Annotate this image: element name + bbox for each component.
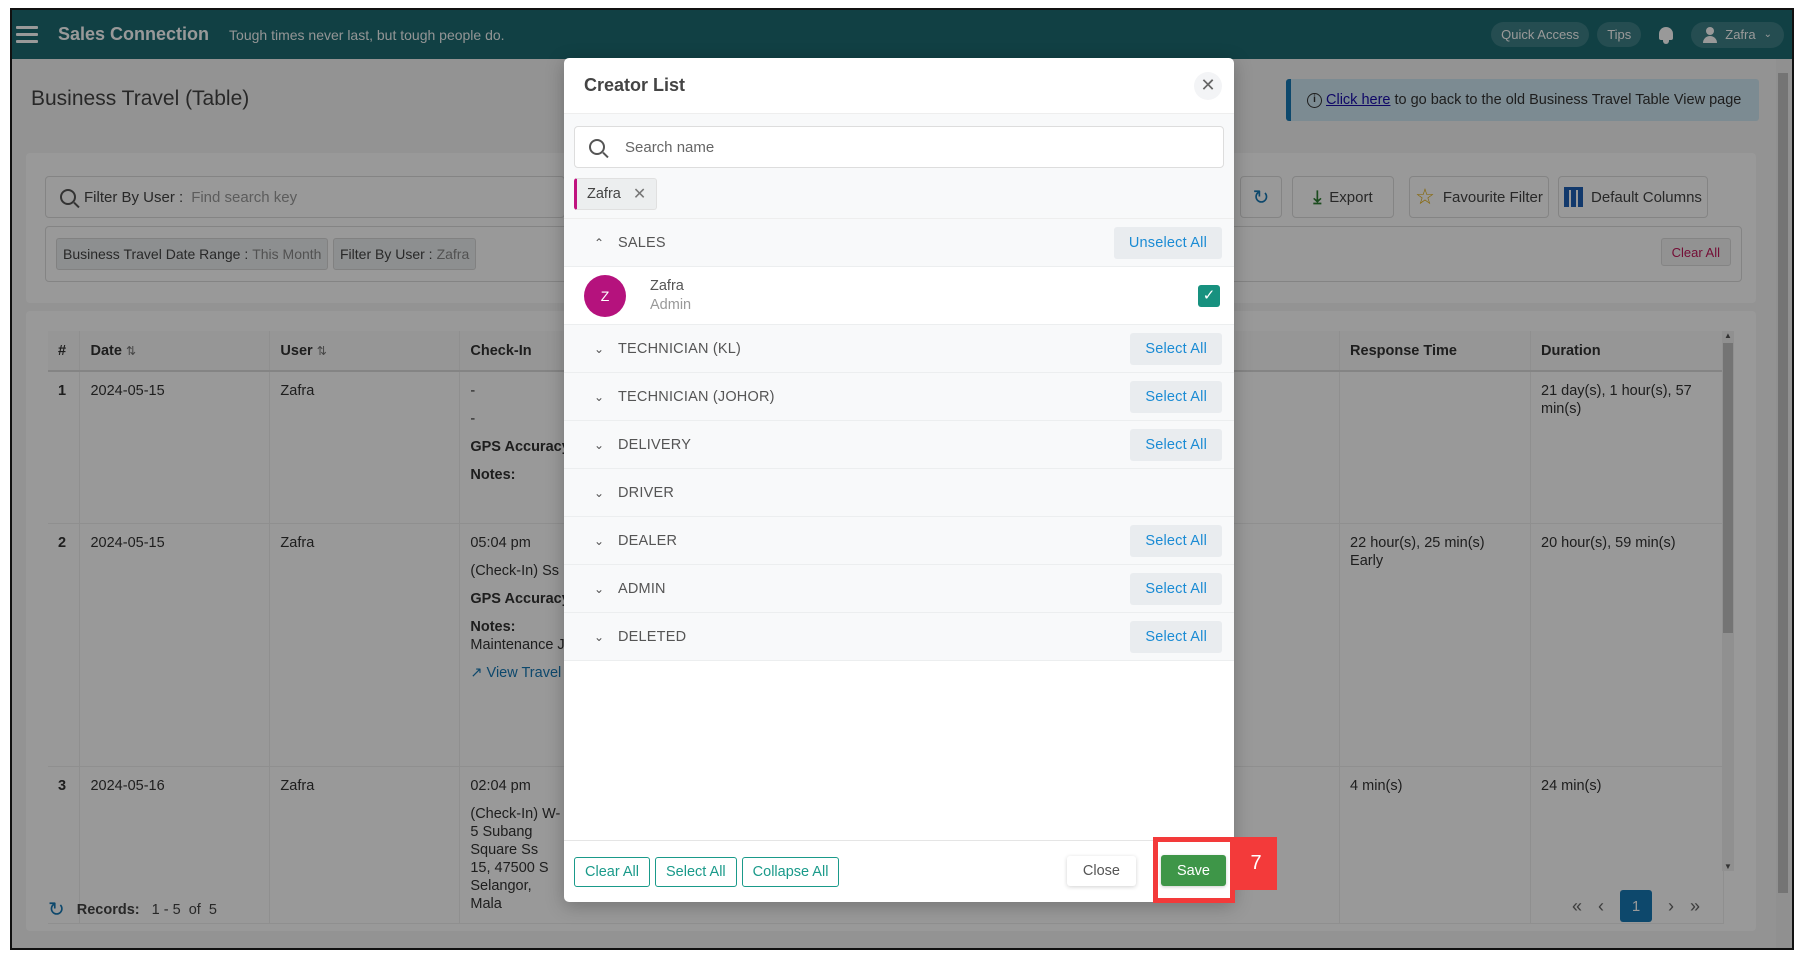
close-button[interactable]: Close: [1066, 856, 1136, 886]
member-role: Admin: [650, 297, 692, 313]
chevron-down-icon: ⌄: [594, 485, 605, 500]
chip-label: Zafra: [587, 186, 621, 202]
unselect-all-sales-button[interactable]: Unselect All: [1113, 227, 1222, 259]
group-technician-kl[interactable]: ⌄ TECHNICIAN (KL) Select All: [564, 325, 1234, 373]
annotation-step-label: 7: [1235, 837, 1277, 890]
collapse-all-button[interactable]: Collapse All: [741, 856, 840, 887]
modal-footer: Clear All Select All Collapse All Close …: [564, 840, 1234, 902]
creator-list-modal: Creator List ✕ Zafra ✕ ⌃ SALES Unselect …: [564, 58, 1234, 902]
annotation-highlight-box: [1153, 837, 1235, 903]
group-name: DELIVERY: [618, 436, 692, 453]
chevron-up-icon: ⌃: [594, 235, 605, 250]
select-all-button[interactable]: Select All: [655, 856, 737, 887]
chevron-down-icon: ⌄: [594, 341, 605, 356]
close-icon[interactable]: ✕: [1194, 72, 1222, 100]
member-checkbox[interactable]: ✓: [1198, 285, 1220, 307]
group-name: DELETED: [618, 628, 687, 645]
avatar: Z: [584, 274, 626, 317]
modal-title: Creator List: [584, 75, 686, 95]
select-all-group-button[interactable]: Select All: [1130, 381, 1222, 413]
group-name: DEALER: [618, 532, 678, 549]
modal-search-area: Zafra ✕: [564, 114, 1234, 219]
group-name: DRIVER: [618, 484, 674, 501]
remove-chip-icon[interactable]: ✕: [633, 184, 646, 204]
member-name: Zafra: [650, 278, 684, 294]
search-name-field[interactable]: [574, 126, 1224, 168]
group-technician-johor[interactable]: ⌄ TECHNICIAN (JOHOR) Select All: [564, 373, 1234, 421]
modal-header: Creator List ✕: [564, 58, 1234, 114]
search-name-input[interactable]: [625, 138, 1185, 156]
group-dealer[interactable]: ⌄ DEALER Select All: [564, 517, 1234, 565]
group-deleted[interactable]: ⌄ DELETED Select All: [564, 613, 1234, 661]
chevron-down-icon: ⌄: [594, 629, 605, 644]
select-all-group-button[interactable]: Select All: [1130, 525, 1222, 557]
search-icon: [589, 139, 605, 155]
chevron-down-icon: ⌄: [594, 533, 605, 548]
chevron-down-icon: ⌄: [594, 437, 605, 452]
selected-user-chip: Zafra ✕: [574, 178, 658, 210]
group-name: ADMIN: [618, 580, 666, 597]
select-all-group-button[interactable]: Select All: [1130, 621, 1222, 653]
select-all-group-button[interactable]: Select All: [1130, 429, 1222, 461]
chevron-down-icon: ⌄: [594, 581, 605, 596]
group-name: TECHNICIAN (KL): [618, 340, 742, 357]
select-all-group-button[interactable]: Select All: [1130, 333, 1222, 365]
group-delivery[interactable]: ⌄ DELIVERY Select All: [564, 421, 1234, 469]
clear-all-button[interactable]: Clear All: [574, 856, 650, 887]
group-name: TECHNICIAN (JOHOR): [618, 388, 775, 405]
group-name: SALES: [618, 234, 666, 251]
chevron-down-icon: ⌄: [594, 389, 605, 404]
group-admin[interactable]: ⌄ ADMIN Select All: [564, 565, 1234, 613]
group-sales[interactable]: ⌃ SALES Unselect All: [564, 219, 1234, 267]
select-all-group-button[interactable]: Select All: [1130, 573, 1222, 605]
member-item[interactable]: Z Zafra Admin ✓: [564, 267, 1234, 325]
group-driver[interactable]: ⌄ DRIVER: [564, 469, 1234, 517]
